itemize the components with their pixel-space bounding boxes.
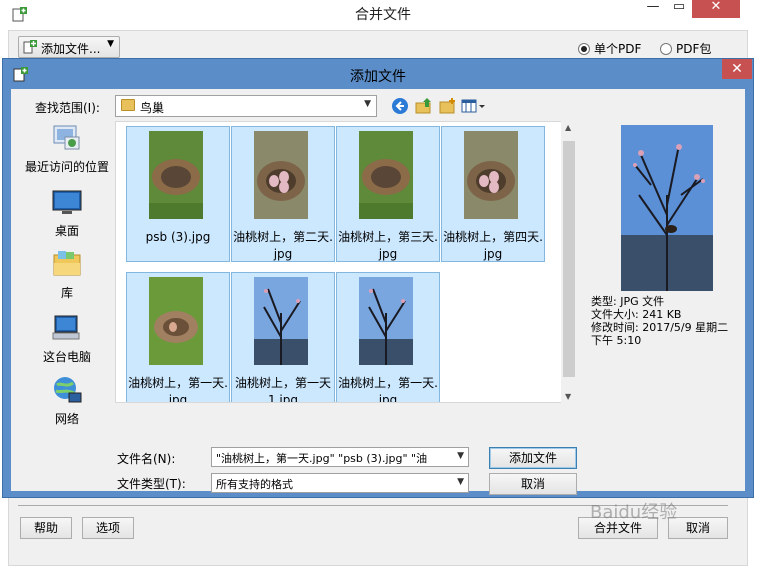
network-icon: [54, 377, 82, 403]
pdf-package-radio[interactable]: PDF包: [660, 40, 711, 57]
image-thumbnail: [359, 131, 413, 219]
place-desktop[interactable]: 桌面: [23, 187, 111, 239]
pdf-package-label: PDF包: [676, 42, 712, 56]
file-name: psb (3).jpg: [145, 230, 211, 244]
back-icon[interactable]: [391, 97, 409, 115]
file-name: 油桃树上，第一天.jpg: [128, 376, 228, 403]
filename-value: "油桃树上，第一天.jpg" "psb (3).jpg" "油: [216, 452, 428, 465]
scrollbar-thumb[interactable]: [563, 141, 575, 377]
file-tile[interactable]: 油桃树上，第四天.jpg: [441, 126, 545, 262]
lookin-dropdown[interactable]: 鸟巢 ▼: [115, 95, 377, 117]
minimize-button[interactable]: —: [640, 0, 666, 18]
preview-size: 文件大小: 241 KB: [591, 308, 682, 321]
baidu-watermark: Baidu经验: [590, 502, 678, 523]
filetype-dropdown[interactable]: 所有支持的格式 ▼: [211, 473, 469, 493]
preview-modified: 修改时间: 2017/5/9 星期二: [591, 321, 729, 334]
place-recent[interactable]: 最近访问的位置: [23, 123, 111, 175]
place-label: 最近访问的位置: [24, 160, 109, 174]
place-label: 这台电脑: [42, 350, 91, 364]
dialog-client: 查找范围(I): 鸟巢 ▼ 最近访问的位置 桌面 库 这台电脑 网络 psb (…: [11, 89, 745, 495]
image-thumbnail: [149, 277, 203, 365]
recent-places-icon: [53, 125, 80, 150]
add-files-dropdown-button[interactable]: 添加文件... ▼: [18, 36, 120, 58]
file-tile[interactable]: 油桃树上，第二天.jpg: [231, 126, 335, 262]
place-network[interactable]: 网络: [23, 375, 111, 427]
file-tile[interactable]: 油桃树上，第一天.jpg: [126, 272, 230, 403]
chevron-down-icon: ▼: [457, 477, 464, 487]
view-menu-icon[interactable]: [461, 97, 487, 115]
image-thumbnail: [149, 131, 203, 219]
scroll-down-icon[interactable]: ▼: [565, 392, 571, 401]
radio-unselected-icon: [660, 43, 672, 55]
folder-icon: [121, 99, 135, 111]
filetype-value: 所有支持的格式: [216, 478, 293, 491]
add-file-confirm-button[interactable]: 添加文件: [489, 447, 577, 469]
filetype-label: 文件类型(T):: [117, 477, 186, 491]
dialog-close-button[interactable]: ✕: [722, 59, 752, 79]
image-thumbnail: [254, 277, 308, 365]
image-thumbnail: [464, 131, 518, 219]
place-label: 库: [60, 286, 73, 300]
place-this-pc[interactable]: 这台电脑: [23, 313, 111, 365]
radio-selected-icon: [578, 43, 590, 55]
file-list-scrollbar[interactable]: ▲ ▼: [561, 121, 577, 403]
file-tile[interactable]: 油桃树上，第一天1.jpg: [231, 272, 335, 403]
place-label: 桌面: [54, 224, 79, 238]
file-tile[interactable]: psb (3).jpg: [126, 126, 230, 262]
preview-image: [621, 125, 713, 291]
file-name: 油桃树上，第三天.jpg: [338, 230, 438, 261]
file-tile[interactable]: 油桃树上，第一天.jpg: [336, 272, 440, 403]
parent-close-button[interactable]: ✕: [692, 0, 740, 18]
single-pdf-radio[interactable]: 单个PDF: [578, 40, 641, 57]
file-name: 油桃树上，第一天1.jpg: [234, 376, 331, 403]
chevron-down-icon: ▼: [107, 39, 114, 49]
lookin-value: 鸟巢: [140, 101, 165, 115]
place-libraries[interactable]: 库: [23, 249, 111, 301]
place-label: 网络: [54, 412, 79, 426]
filename-label: 文件名(N):: [117, 452, 176, 466]
libraries-icon: [53, 251, 81, 276]
new-folder-icon[interactable]: [439, 97, 457, 115]
this-pc-icon: [52, 315, 80, 340]
filename-input[interactable]: "油桃树上，第一天.jpg" "psb (3).jpg" "油 ▼: [211, 447, 469, 467]
image-thumbnail: [254, 131, 308, 219]
preview-pane: 类型: JPG 文件 文件大小: 241 KB 修改时间: 2017/5/9 星…: [591, 125, 739, 383]
preview-type: 类型: JPG 文件: [591, 295, 665, 308]
file-name: 油桃树上，第二天.jpg: [233, 230, 333, 261]
dialog-title: 添加文件: [350, 69, 406, 85]
help-button[interactable]: 帮助: [20, 517, 72, 539]
single-pdf-label: 单个PDF: [594, 42, 642, 56]
preview-info: 类型: JPG 文件 文件大小: 241 KB 修改时间: 2017/5/9 星…: [591, 295, 728, 347]
maximize-button[interactable]: ▭: [666, 0, 692, 18]
file-name: 油桃树上，第四天.jpg: [443, 230, 543, 261]
dialog-cancel-button[interactable]: 取消: [489, 473, 577, 495]
up-folder-icon[interactable]: [415, 97, 433, 115]
add-file-icon: [23, 40, 37, 54]
preview-modified-time: 下午 5:10: [591, 334, 642, 347]
chevron-down-icon: ▼: [457, 451, 464, 461]
image-thumbnail: [359, 277, 413, 365]
chevron-down-icon: ▼: [364, 99, 371, 109]
desktop-icon: [52, 190, 82, 214]
lookin-label: 查找范围(I):: [35, 101, 100, 115]
file-tile[interactable]: 油桃树上，第三天.jpg: [336, 126, 440, 262]
options-button[interactable]: 选项: [82, 517, 134, 539]
add-files-label: 添加文件...: [41, 42, 101, 56]
add-files-dialog: 添加文件 ✕ 查找范围(I): 鸟巢 ▼ 最近访问的位置 桌面 库 这台电脑 网…: [2, 58, 754, 498]
file-list[interactable]: psb (3).jpg 油桃树上，第二天.jpg 油桃树上，第三天.jpg 油桃树上，…: [115, 121, 577, 403]
scroll-up-icon[interactable]: ▲: [565, 123, 571, 132]
parent-titlebar: 合并文件 — ▭ ✕: [0, 0, 766, 27]
dialog-titlebar: 添加文件 ✕: [3, 59, 753, 89]
places-bar: 最近访问的位置 桌面 库 这台电脑 网络: [23, 121, 111, 483]
file-name: 油桃树上，第一天.jpg: [338, 376, 438, 403]
